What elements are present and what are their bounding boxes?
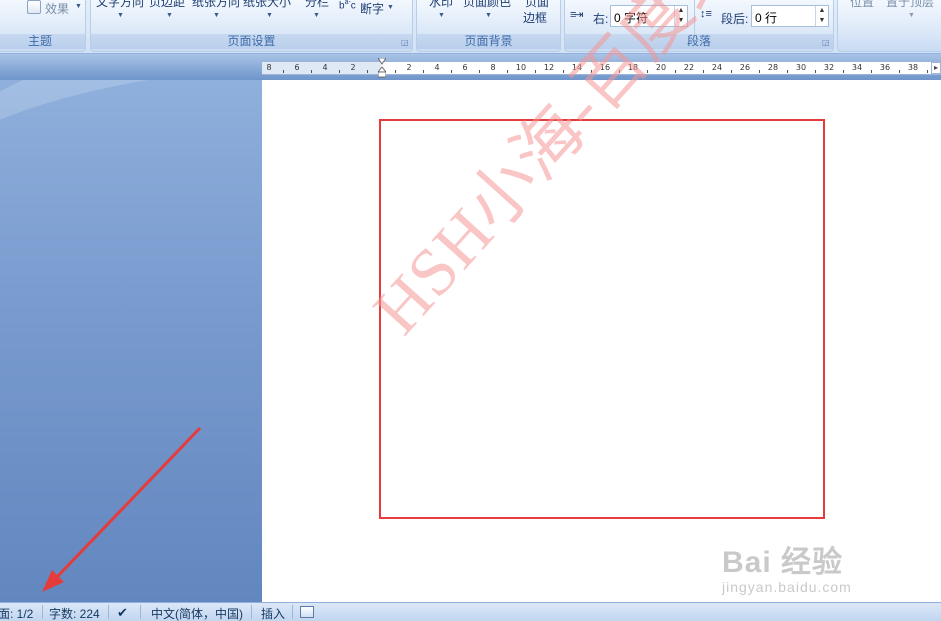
orientation-button[interactable]: 纸张方向	[192, 0, 240, 10]
ruler-tick-mark	[703, 70, 704, 73]
ruler-tick-mark	[367, 70, 368, 73]
macro-icon[interactable]	[300, 606, 314, 618]
ruler-tick-mark	[451, 70, 452, 73]
indent-marker-icon[interactable]	[378, 58, 386, 78]
ruler-tick-mark	[927, 70, 928, 73]
ruler-tick-label: 24	[711, 63, 723, 72]
brand-logo: Bai 经验	[722, 546, 844, 579]
hyphenation-button[interactable]: 断字	[360, 0, 384, 17]
theme-group: 效果 ▼ 主题	[0, 0, 86, 52]
page-setup-group: 文字方向 ▼ 页边距 ▼ 纸张方向 ▼ 纸张大小 ▼ 分栏 ▼ ba-c 断字 …	[90, 0, 413, 52]
page-color-button[interactable]: 页面颜色	[463, 0, 511, 10]
divider	[42, 605, 43, 619]
divider	[108, 605, 109, 619]
page-borders-button-line2[interactable]: 边框	[523, 9, 547, 26]
page-count[interactable]: 页面: 1/2	[0, 605, 33, 621]
divider	[140, 605, 141, 619]
ruler-tick-label: 2	[350, 63, 356, 72]
ruler-tick-mark	[843, 70, 844, 73]
ruler-tick-mark	[815, 70, 816, 73]
chevron-down-icon[interactable]: ▼	[485, 12, 492, 19]
ruler-tick-mark	[311, 70, 312, 73]
text-direction-button[interactable]: 文字方向	[96, 0, 144, 10]
ruler-tick-mark	[479, 70, 480, 73]
ruler-tick-label: 2	[406, 63, 412, 72]
ruler-tick-mark	[759, 70, 760, 73]
page-setup-group-label: 页面设置	[91, 34, 412, 49]
ruler-tick-mark	[507, 70, 508, 73]
dialog-launcher-icon[interactable]: ◲	[401, 39, 409, 47]
chevron-down-icon[interactable]: ▼	[213, 12, 220, 19]
divider	[292, 605, 293, 619]
background-swoosh	[0, 80, 262, 296]
ruler-tick-label: 10	[515, 63, 527, 72]
spinner-arrows-icon[interactable]: ▲ ▼	[815, 6, 828, 26]
ruler-tick-mark	[787, 70, 788, 73]
divider	[251, 605, 252, 619]
ruler-tick-label: 4	[434, 63, 440, 72]
ruler-tick-mark	[675, 70, 676, 73]
margins-button[interactable]: 页边距	[149, 0, 185, 10]
space-after-spinner[interactable]: 0 行 ▲ ▼	[751, 5, 829, 27]
chevron-down-icon[interactable]: ▼	[166, 12, 173, 19]
columns-button[interactable]: 分栏	[305, 0, 329, 10]
ruler-tick-label: 28	[767, 63, 779, 72]
ruler-tick-label: 6	[462, 63, 468, 72]
ruler-tick-label: 36	[879, 63, 891, 72]
ruler-tick-mark	[395, 70, 396, 73]
ruler-tick-mark	[899, 70, 900, 73]
page-background-group: 水印 ▼ 页面颜色 ▼ 页面 边框 页面背景	[416, 0, 561, 52]
chevron-down-icon[interactable]: ▼	[266, 12, 273, 19]
dialog-launcher-icon[interactable]: ◲	[822, 39, 830, 47]
language-indicator[interactable]: 中文(简体，中国)	[151, 605, 243, 621]
insert-mode[interactable]: 插入	[261, 605, 285, 621]
word-count[interactable]: 字数: 224	[49, 605, 100, 621]
status-bar: 页面: 1/2 字数: 224 ✔ 中文(简体，中国) 插入	[0, 602, 941, 621]
baidu-jingyan-brand: Bai 经验 jingyan.baidu.com	[722, 537, 852, 595]
chevron-down-icon[interactable]: ▼	[387, 4, 394, 11]
effects-icon[interactable]	[27, 0, 41, 14]
ruler-tick-mark	[283, 70, 284, 73]
effects-button[interactable]: 效果	[45, 0, 69, 17]
theme-group-label: 主题	[0, 34, 85, 49]
ruler-tick-label: 22	[683, 63, 695, 72]
ruler-tick-label: 8	[490, 63, 496, 72]
ruler-tick-label: 6	[294, 63, 300, 72]
ruler-tick-label: 30	[795, 63, 807, 72]
ruler-tick-label: 4	[322, 63, 328, 72]
chevron-down-icon[interactable]: ▼	[117, 12, 124, 19]
right-indent-icon: ≡⇥	[570, 9, 584, 21]
ruler-tick-mark	[423, 70, 424, 73]
space-after-label: 段后:	[721, 12, 749, 26]
ruler-tick-mark	[731, 70, 732, 73]
page-background-group-label: 页面背景	[417, 34, 560, 49]
ruler-tick-label: 38	[907, 63, 919, 72]
ruler-tick-label: 26	[739, 63, 751, 72]
space-after-value[interactable]: 0 行	[755, 9, 777, 26]
arrange-group: 位置 置于顶层 ▼	[837, 0, 941, 52]
brand-url: jingyan.baidu.com	[722, 579, 852, 595]
ribbon: 效果 ▼ 主题 文字方向 ▼ 页边距 ▼ 纸张方向 ▼ 纸张大小 ▼ 分栏 ▼ …	[0, 0, 941, 54]
ruler-tick-label: 34	[851, 63, 863, 72]
bring-to-front-button[interactable]: 置于顶层	[886, 0, 934, 10]
chevron-down-icon[interactable]: ▼	[313, 12, 320, 19]
ruler-tick-mark	[339, 70, 340, 73]
chevron-down-icon[interactable]: ▼	[75, 3, 82, 10]
watermark-button[interactable]: 水印	[429, 0, 453, 10]
left-workspace	[0, 80, 262, 602]
ruler-tick-label: 8	[266, 63, 272, 72]
paper-size-button[interactable]: 纸张大小	[243, 0, 291, 10]
ruler-tick-mark	[871, 70, 872, 73]
chevron-down-icon[interactable]: ▼	[908, 12, 915, 19]
ruler-scroll-right-icon[interactable]: ▸	[931, 62, 941, 74]
hyphenation-icon[interactable]: ba-c	[339, 0, 356, 11]
ruler-tick-label: 32	[823, 63, 835, 72]
proofing-icon[interactable]: ✔	[117, 605, 128, 621]
chevron-down-icon[interactable]: ▼	[438, 12, 445, 19]
position-button[interactable]: 位置	[850, 0, 874, 10]
